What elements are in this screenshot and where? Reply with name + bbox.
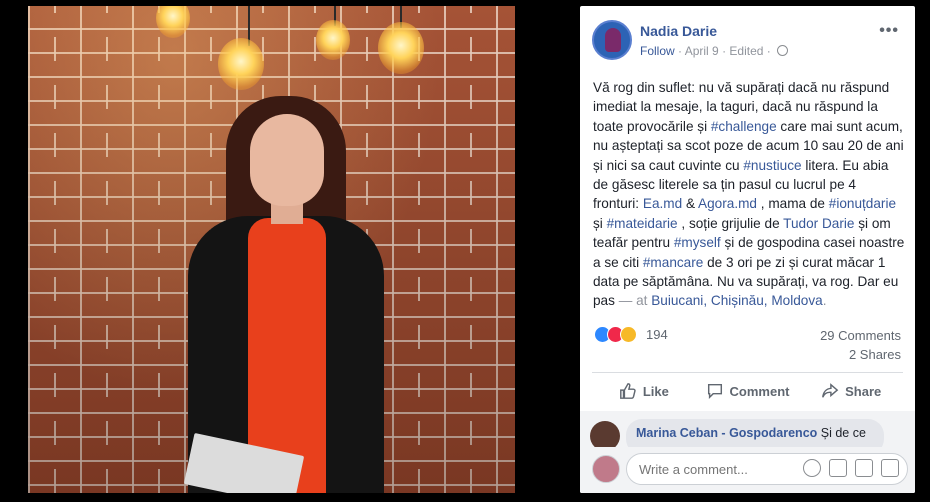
post-card: Nadia Darie Follow · April 9 · Edited · … — [580, 6, 915, 493]
divider — [592, 372, 903, 373]
follow-link[interactable]: Follow — [640, 44, 675, 58]
share-button[interactable]: Share — [799, 374, 903, 408]
like-button[interactable]: Like — [592, 374, 696, 408]
shares-count[interactable]: 2 Shares — [849, 347, 901, 362]
more-options-icon[interactable]: ••• — [879, 22, 899, 40]
share-icon — [822, 383, 839, 398]
hashtag-link[interactable]: #challenge — [711, 119, 777, 134]
emoji-icon[interactable] — [803, 459, 821, 477]
post-actions: Like Comment Share — [592, 374, 903, 408]
sticker-icon[interactable] — [881, 459, 899, 477]
comments-count[interactable]: 29 Comments — [820, 328, 901, 343]
post-text: Vă rog din suflet: nu vă supărați dacă n… — [593, 80, 905, 309]
post-header: Nadia Darie Follow · April 9 · Edited · … — [592, 20, 903, 64]
comment-text: Și de ce — [817, 426, 866, 440]
hashtag-link[interactable]: #nustiuce — [743, 158, 801, 173]
page-link[interactable]: Ea.md — [643, 196, 682, 211]
comment-composer — [580, 447, 915, 493]
comment-button[interactable]: Comment — [696, 374, 800, 408]
page-link[interactable]: Agora.md — [698, 196, 757, 211]
haha-reaction-icon — [620, 326, 637, 343]
light-bulb — [316, 20, 350, 60]
edited-label[interactable]: Edited — [729, 44, 763, 58]
camera-icon[interactable] — [829, 459, 847, 477]
gif-icon[interactable] — [855, 459, 873, 477]
hashtag-link[interactable]: #mancare — [643, 255, 703, 270]
thumbs-up-icon — [619, 383, 636, 399]
comments-section: Marina Ceban - Gospodarenco Și de ce — [580, 411, 915, 493]
light-bulb — [378, 22, 424, 74]
comment-icon — [707, 383, 722, 400]
light-bulb — [218, 38, 264, 90]
hashtag-link[interactable]: #ionuțdarie — [829, 196, 896, 211]
post-meta: Follow · April 9 · Edited · — [640, 44, 789, 58]
reaction-count: 194 — [646, 327, 668, 342]
author-avatar[interactable] — [592, 20, 632, 60]
profile-link[interactable]: Tudor Darie — [783, 216, 854, 231]
person-face — [250, 114, 324, 206]
location-link[interactable]: Buiucani, Chișinău, Moldova — [651, 293, 823, 308]
author-name[interactable]: Nadia Darie — [640, 23, 717, 39]
hashtag-link[interactable]: #myself — [674, 235, 721, 250]
post-photo[interactable] — [28, 6, 515, 493]
hashtag-link[interactable]: #mateidarie — [607, 216, 678, 231]
post-date[interactable]: April 9 — [685, 44, 719, 58]
my-avatar — [592, 455, 620, 483]
comment-author[interactable]: Marina Ceban - Gospodarenco — [636, 426, 817, 440]
globe-icon — [777, 45, 789, 56]
